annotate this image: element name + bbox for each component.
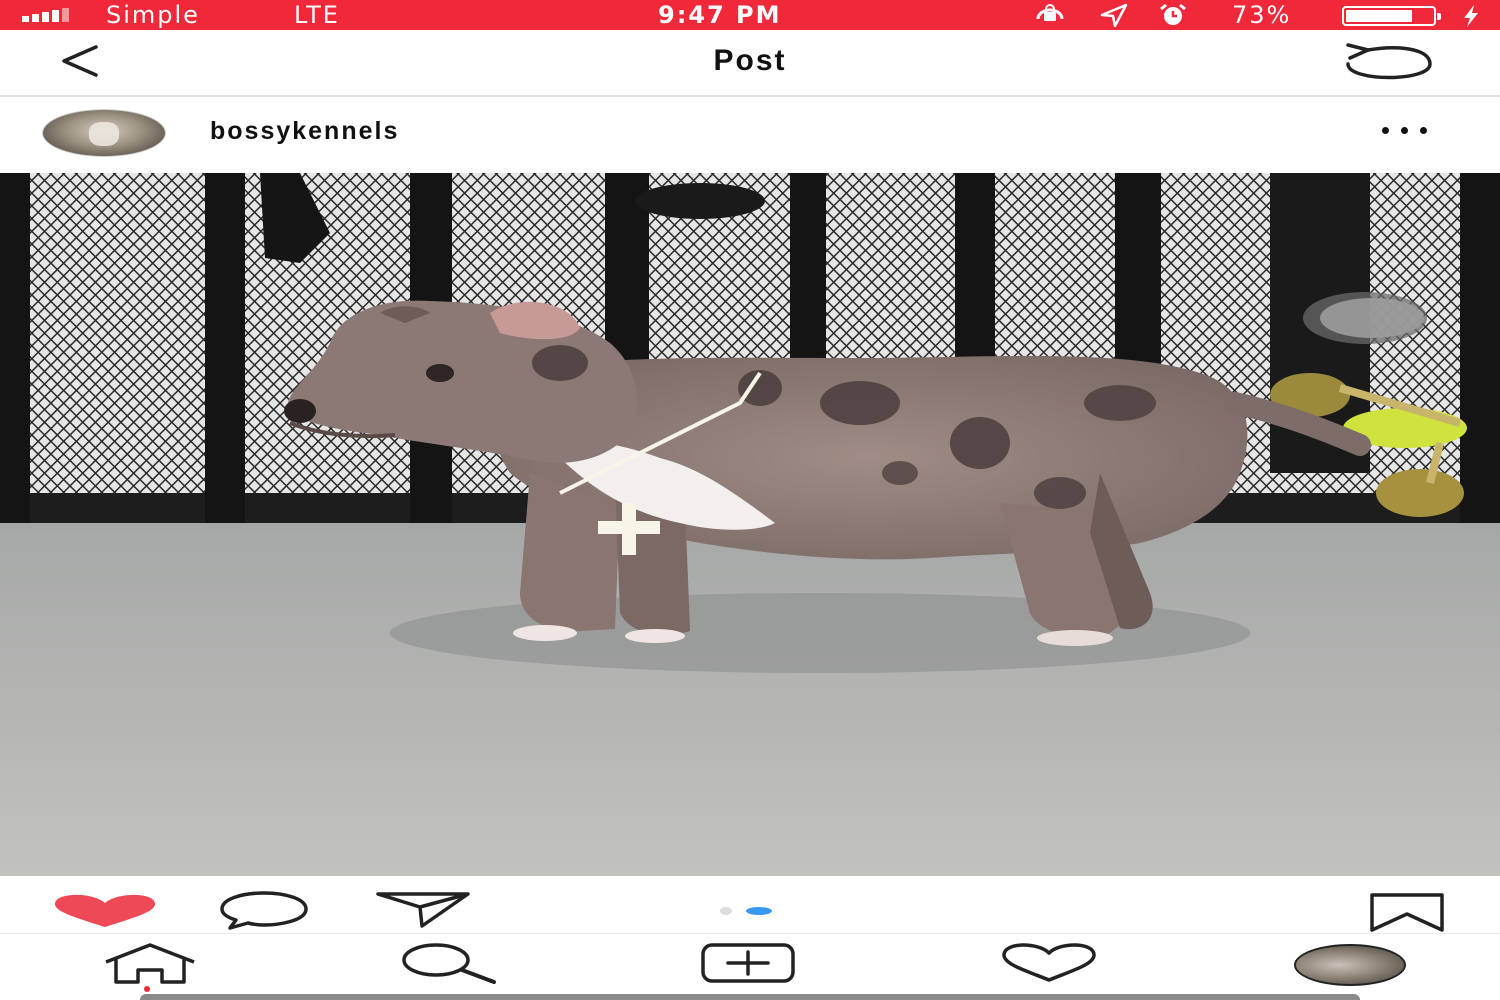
carousel-dot bbox=[720, 907, 732, 915]
activity-heart-icon[interactable] bbox=[1000, 942, 1098, 984]
page-title: Post bbox=[713, 44, 787, 77]
action-bar bbox=[0, 876, 1500, 934]
carousel-indicator bbox=[720, 907, 772, 915]
carrier-label: Simple bbox=[106, 1, 200, 29]
signal-icon bbox=[22, 8, 69, 22]
lock-rotation-icon bbox=[1036, 4, 1064, 21]
avatar[interactable] bbox=[42, 109, 166, 157]
tab-bar bbox=[0, 934, 1500, 1000]
battery-fill bbox=[1346, 10, 1412, 22]
post-username[interactable]: bossykennels bbox=[210, 117, 399, 146]
post-video-frame bbox=[0, 173, 1500, 876]
profile-avatar[interactable] bbox=[1294, 944, 1406, 986]
share-direct-icon[interactable] bbox=[376, 890, 472, 930]
status-icons bbox=[1030, 3, 1188, 27]
location-icon bbox=[1100, 3, 1128, 27]
network-type: LTE bbox=[294, 1, 340, 29]
comment-icon[interactable] bbox=[218, 890, 310, 930]
carousel-dot-active bbox=[746, 907, 772, 915]
bookmark-icon[interactable] bbox=[1368, 892, 1448, 932]
post-header: bossykennels bbox=[0, 97, 1500, 173]
home-icon[interactable] bbox=[102, 942, 198, 984]
status-bar: Simple LTE 9:47 PM 73% bbox=[0, 0, 1500, 30]
heart-filled-icon[interactable] bbox=[55, 894, 155, 928]
post-media[interactable] bbox=[0, 173, 1500, 876]
alarm-icon bbox=[1160, 3, 1186, 25]
status-time: 9:47 PM bbox=[658, 1, 782, 29]
more-dots-icon[interactable] bbox=[1382, 127, 1427, 134]
refresh-icon[interactable] bbox=[1338, 42, 1438, 82]
add-post-icon[interactable] bbox=[700, 942, 798, 984]
home-indicator bbox=[140, 994, 1360, 1000]
charging-icon bbox=[1464, 5, 1478, 27]
notification-dot bbox=[144, 986, 150, 992]
search-icon[interactable] bbox=[400, 942, 498, 984]
nav-bar: Post bbox=[0, 30, 1500, 97]
battery-percent: 73% bbox=[1232, 1, 1292, 29]
battery-icon bbox=[1342, 6, 1441, 26]
